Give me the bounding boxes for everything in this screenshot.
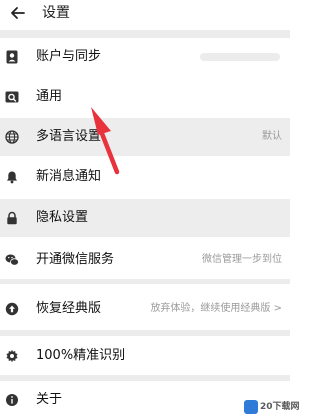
settings-row-label: 关于: [36, 392, 63, 407]
settings-row-general[interactable]: 通用: [0, 78, 290, 116]
settings-row-label: 通用: [36, 89, 63, 104]
settings-row-label: 隐私设置: [36, 210, 89, 225]
general-icon: [5, 91, 19, 103]
settings-row-wechat-service[interactable]: 开通微信服务 微信管理一步到位: [0, 241, 290, 279]
settings-row-notifications[interactable]: 新消息通知: [0, 158, 290, 196]
account-icon: [6, 50, 18, 64]
section-divider: [0, 30, 290, 38]
settings-row-label: 多语言设置: [36, 129, 102, 144]
globe-icon: [5, 130, 19, 144]
settings-row-precise-recognition[interactable]: 100%精准识别: [0, 337, 290, 375]
wechat-service-value: 微信管理一步到位: [202, 254, 282, 265]
account-value-blurred: [200, 53, 280, 61]
wechat-icon: [5, 254, 19, 266]
bell-icon: [7, 171, 17, 184]
section-divider: [0, 330, 290, 336]
info-icon: [6, 394, 18, 406]
settings-row-label: 100%精准识别: [36, 348, 126, 363]
settings-row-label: 开通微信服务: [36, 252, 115, 267]
back-arrow-icon[interactable]: [8, 3, 28, 23]
watermark-logo-icon: [244, 400, 258, 414]
settings-row-label: 账户与同步: [36, 49, 102, 64]
language-value: 默认: [262, 131, 282, 142]
recognize-icon: [6, 349, 18, 363]
settings-row-label: 恢复经典版: [36, 301, 102, 316]
top-bar: 设置: [0, 0, 290, 30]
restore-classic-value[interactable]: 放弃体验，继续使用经典版 >: [150, 301, 282, 317]
lock-icon: [7, 211, 17, 225]
settings-row-restore-classic[interactable]: 恢复经典版 放弃体验，继续使用经典版 >: [0, 290, 290, 328]
settings-row-language[interactable]: 多语言设置 默认: [0, 118, 290, 156]
watermark: 20下载网: [244, 399, 300, 415]
restore-icon: [5, 302, 19, 316]
settings-row-account-sync[interactable]: 账户与同步: [0, 38, 290, 76]
watermark-text: 20下载网: [260, 402, 300, 412]
settings-row-label: 新消息通知: [36, 169, 102, 184]
page-title: 设置: [42, 5, 70, 21]
settings-row-privacy[interactable]: 隐私设置: [0, 199, 290, 237]
